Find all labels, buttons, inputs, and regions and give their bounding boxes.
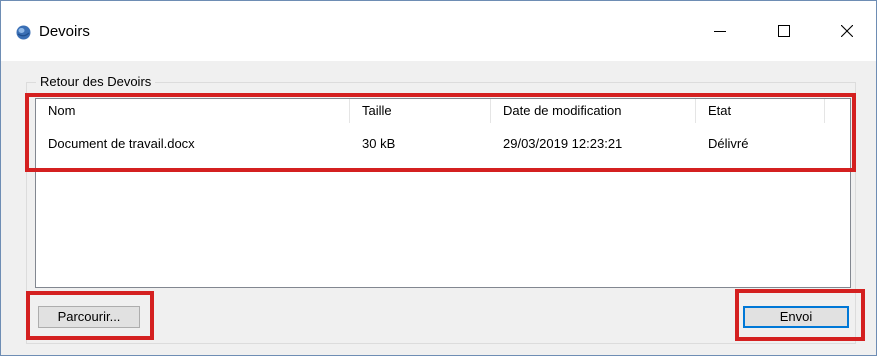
- group-label: Retour des Devoirs: [36, 74, 156, 89]
- title-bar[interactable]: Devoirs: [1, 1, 876, 61]
- highlight-file-list: [25, 93, 856, 172]
- window-title: Devoirs: [39, 23, 90, 40]
- minimize-button[interactable]: [697, 1, 743, 61]
- highlight-send-button: [735, 289, 865, 341]
- highlight-browse-button: [26, 291, 154, 340]
- close-button[interactable]: [824, 1, 870, 61]
- minimize-icon: [714, 31, 726, 32]
- app-globe-icon: [16, 25, 31, 40]
- devoirs-window: Devoirs Retour des Devoirs Nom Taille Da…: [0, 0, 877, 356]
- maximize-button[interactable]: [761, 1, 807, 61]
- maximize-icon: [778, 25, 790, 37]
- close-icon: [841, 25, 853, 37]
